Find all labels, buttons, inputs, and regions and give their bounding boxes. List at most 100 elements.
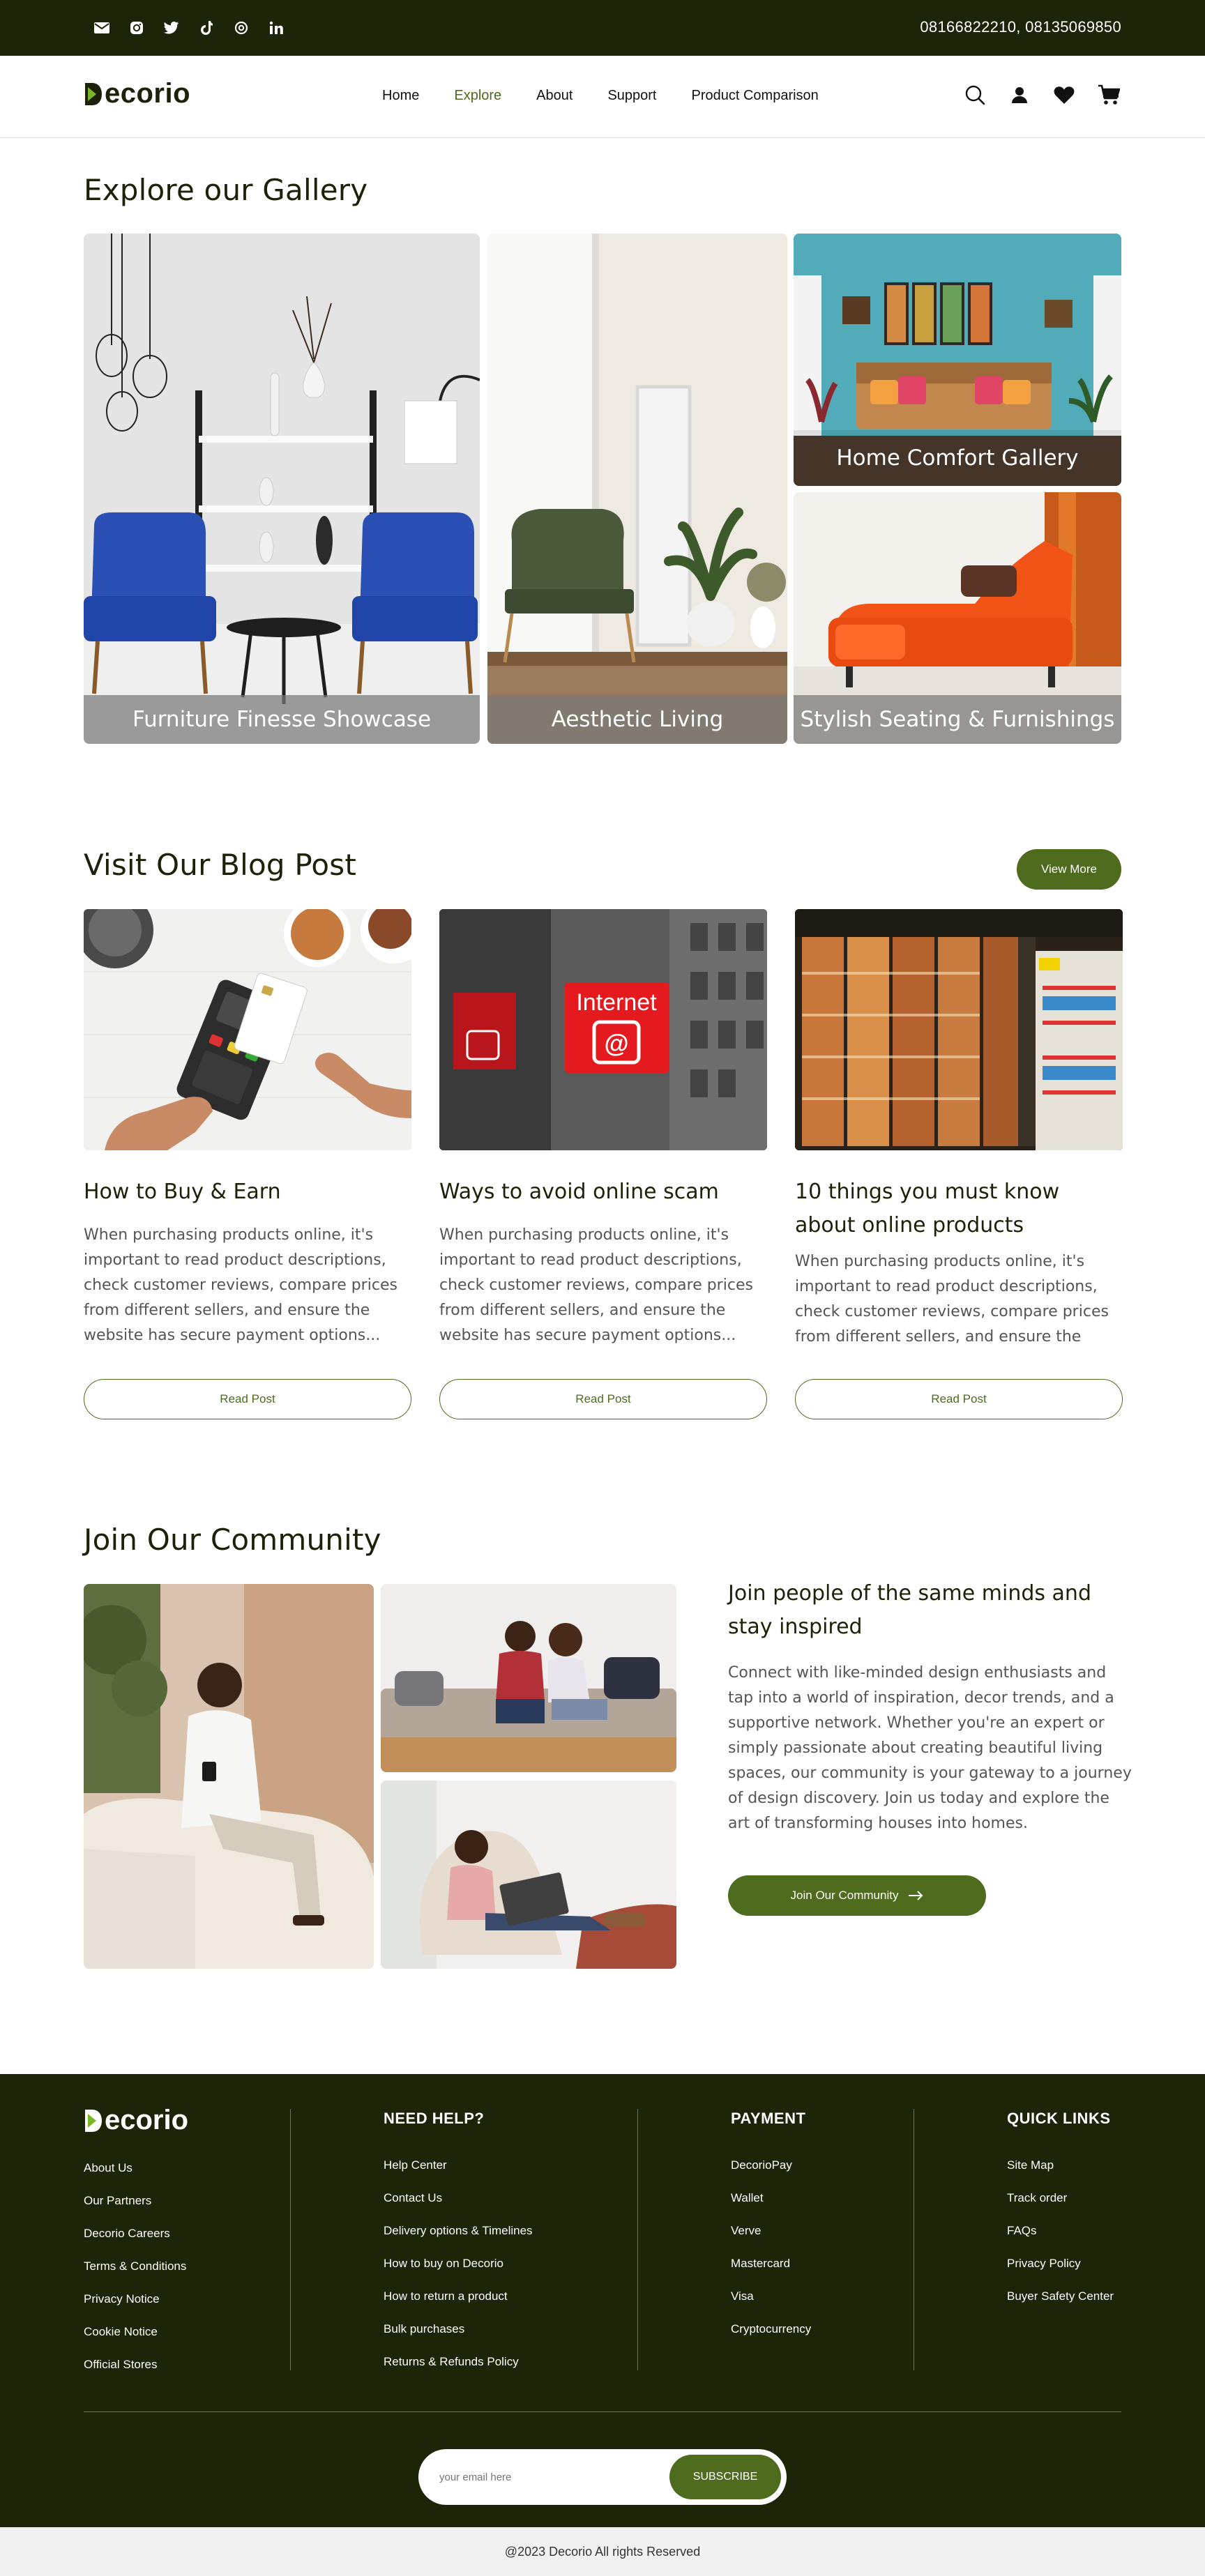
blog-image-online-products[interactable] [795,909,1123,1150]
footer-link[interactable]: About Us [84,2151,186,2184]
aesthetic-living-image [487,234,787,744]
footer-link[interactable]: Verve [731,2214,811,2247]
main-header: ecorio Home Explore About Support Produc… [0,56,1205,138]
community-description: Connect with like-minded design enthusia… [728,1664,1132,1832]
instagram-icon[interactable] [127,18,146,38]
twitter-icon[interactable] [162,18,181,38]
couple-on-couch-image [381,1584,676,1772]
read-post-button[interactable]: Read Post [795,1379,1123,1419]
store-shelves-image [795,909,1123,1150]
footer-link[interactable]: Site Map [1007,2149,1114,2181]
footer-link[interactable]: Terms & Conditions [84,2250,186,2282]
footer-help-column: NEED HELP? Help Center Contact Us Delive… [384,2110,533,2378]
user-icon[interactable] [1007,82,1032,107]
blog-image-online-scam[interactable]: @ Internet [439,909,767,1150]
footer-quick-links-column: QUICK LINKS Site Map Track order FAQs Pr… [1007,2110,1114,2312]
gallery-tile-home-comfort[interactable]: Home Comfort Gallery [794,234,1121,486]
gallery-tile-furniture[interactable]: Furniture Finesse Showcase [84,234,480,744]
nav-home[interactable]: Home [382,88,419,104]
footer-link[interactable]: Help Center [384,2149,533,2181]
tiktok-icon[interactable] [197,18,216,38]
gallery-caption: Stylish Seating & Furnishings [794,695,1121,744]
gallery-tile-stylish-seating[interactable]: Stylish Seating & Furnishings [794,492,1121,744]
footer-link[interactable]: Our Partners [84,2184,186,2217]
threads-icon[interactable] [232,18,251,38]
footer-link[interactable]: FAQs [1007,2214,1114,2247]
phone-numbers: 08166822210, 08135069850 [920,18,1121,36]
nav-product-comparison[interactable]: Product Comparison [692,88,819,104]
view-more-button[interactable]: View More [1017,849,1121,890]
community-heading: Join people of the same minds and stay i… [728,1581,1091,1639]
main-nav: Home Explore About Support Product Compa… [382,88,819,104]
blog-post-excerpt: When purchasing products online, it's im… [439,1226,753,1344]
footer-link[interactable]: Cookie Notice [84,2315,186,2348]
blog-post-excerpt: When purchasing products online, it's im… [795,1253,1109,1346]
footer-link[interactable]: Bulk purchases [384,2312,533,2345]
newsletter-email-input[interactable] [439,2463,649,2491]
footer-company-links: About Us Our Partners Decorio Careers Te… [84,2151,186,2381]
gallery-caption: Furniture Finesse Showcase [84,695,480,744]
footer-link[interactable]: Privacy Notice [84,2282,186,2315]
footer-rule [84,2411,1121,2412]
blog-post-title[interactable]: How to Buy & Earn [84,1175,411,1209]
nav-support[interactable]: Support [607,88,656,104]
footer-link[interactable]: How to buy on Decorio [384,2247,533,2280]
nav-about[interactable]: About [536,88,573,104]
read-post-button[interactable]: Read Post [439,1379,767,1419]
heart-icon[interactable] [1052,82,1077,107]
logo-mark-icon [85,2109,102,2132]
footer-link[interactable]: Cryptocurrency [731,2312,811,2345]
footer-link[interactable]: Buyer Safety Center [1007,2280,1114,2312]
woman-with-laptop-image [381,1781,676,1969]
cart-icon[interactable] [1096,82,1121,107]
blog-post-title[interactable]: 10 things you must know about online pro… [795,1175,1123,1242]
gallery-tile-aesthetic[interactable]: Aesthetic Living [487,234,787,744]
payment-terminal-image [84,909,411,1150]
subscribe-button[interactable]: SUBSCRIBE [669,2455,781,2499]
blog-title: Visit Our Blog Post [84,848,357,882]
footer-link[interactable]: Returns & Refunds Policy [384,2345,533,2378]
join-community-label: Join Our Community [790,1889,899,1902]
community-image-woman-laptop [381,1781,676,1969]
read-post-button[interactable]: Read Post [84,1379,411,1419]
footer-divider [637,2109,638,2370]
community-image-man-sofa [84,1584,374,1969]
footer-brand-name: ecorio [105,2105,189,2135]
copyright-text: @2023 Decorio All rights Reserved [504,2544,701,2559]
footer-link[interactable]: Privacy Policy [1007,2247,1114,2280]
brand-logo[interactable]: ecorio [84,78,190,109]
gallery-caption: Aesthetic Living [487,695,787,744]
footer-link[interactable]: DecorioPay [731,2149,811,2181]
footer-link[interactable]: Mastercard [731,2247,811,2280]
footer-link[interactable]: Decorio Careers [84,2217,186,2250]
nav-explore[interactable]: Explore [454,88,501,104]
blog-image-buy-earn[interactable] [84,909,411,1150]
man-on-sofa-image [84,1584,374,1969]
top-bar: 08166822210, 08135069850 [0,0,1205,56]
gallery-caption: Home Comfort Gallery [794,430,1121,486]
arrow-right-icon [909,1891,923,1900]
footer-link[interactable]: Wallet [731,2181,811,2214]
footer-payment-column: PAYMENT DecorioPay Wallet Verve Masterca… [731,2110,811,2345]
footer-link[interactable]: Track order [1007,2181,1114,2214]
logo-mark-icon [85,82,102,105]
footer-link[interactable]: How to return a product [384,2280,533,2312]
community-title: Join Our Community [84,1523,381,1557]
community-image-couple [381,1584,676,1772]
gallery-title: Explore our Gallery [84,173,368,207]
linkedin-icon[interactable] [266,18,286,38]
search-icon[interactable] [962,82,987,107]
footer-logo[interactable]: ecorio [84,2105,188,2136]
footer-link[interactable]: Visa [731,2280,811,2312]
footer-link[interactable]: Delivery options & Timelines [384,2214,533,2247]
footer-link[interactable]: Contact Us [384,2181,533,2214]
footer-divider [290,2109,291,2370]
svg-text:@: @ [604,1029,628,1058]
site-footer: ecorio About Us Our Partners Decorio Car… [0,2074,1205,2527]
footer-link[interactable]: Official Stores [84,2348,186,2381]
mail-icon[interactable] [92,18,112,38]
join-community-button[interactable]: Join Our Community [728,1875,986,1916]
furniture-showcase-image [84,234,480,744]
newsletter-form: SUBSCRIBE [418,2449,787,2505]
blog-post-title[interactable]: Ways to avoid online scam [439,1175,767,1209]
